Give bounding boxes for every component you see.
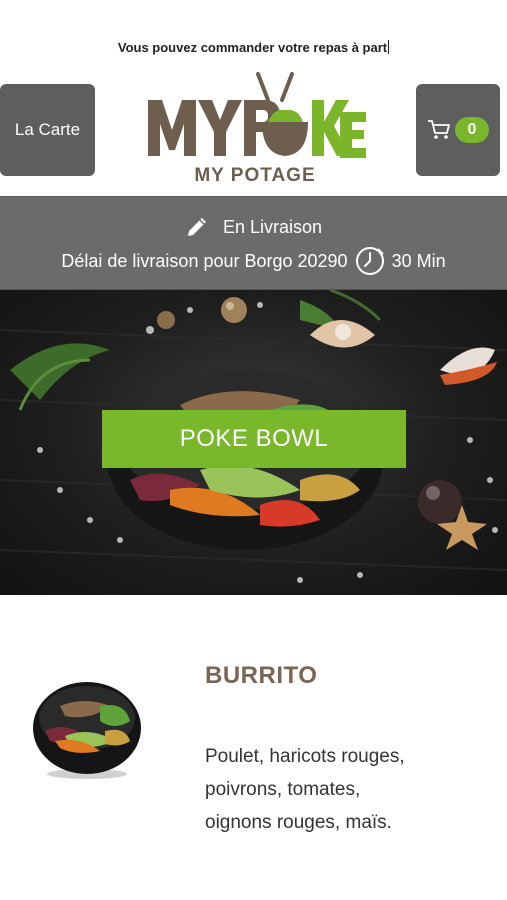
poke-bowl-button[interactable]: POKE BOWL: [102, 410, 406, 468]
cart-icon: [428, 120, 450, 139]
delivery-delay-row: Délai de livraison pour Borgo 20290 30 M…: [0, 245, 507, 277]
order-notice-text: Vous pouvez commander votre repas à part: [117, 40, 388, 55]
order-notice: Vous pouvez commander votre repas à part: [0, 40, 507, 55]
hero-banner[interactable]: POKE BOWL: [0, 290, 507, 595]
clock-icon: [355, 247, 384, 275]
delivery-mode-row: En Livraison: [0, 215, 507, 239]
logo-graphic: [148, 72, 366, 158]
text-cursor: [388, 40, 390, 54]
product-title[interactable]: BURRITO: [205, 662, 317, 690]
delivery-delay-value: 30 Min: [391, 250, 446, 271]
burrito-bowl-image: [33, 682, 141, 779]
product-description: Poulet, haricots rouges, poivrons, tomat…: [205, 746, 405, 833]
cart-count-badge: 0: [455, 117, 489, 143]
delivery-info-bar[interactable]: En Livraison Délai de livraison pour Bor…: [0, 196, 507, 290]
menu-button-label: La Carte: [14, 120, 81, 139]
cart-button[interactable]: 0: [416, 84, 500, 176]
pencil-icon: [187, 218, 206, 236]
logo[interactable]: MY POTAGE: [140, 72, 370, 192]
delivery-delay-text: Délai de livraison pour Borgo 20290: [61, 250, 348, 271]
menu-button[interactable]: La Carte: [0, 84, 95, 176]
logo-subtitle: MY POTAGE: [194, 165, 316, 186]
burrito-image[interactable]: [30, 676, 145, 781]
delivery-mode-text: En Livraison: [222, 216, 323, 237]
